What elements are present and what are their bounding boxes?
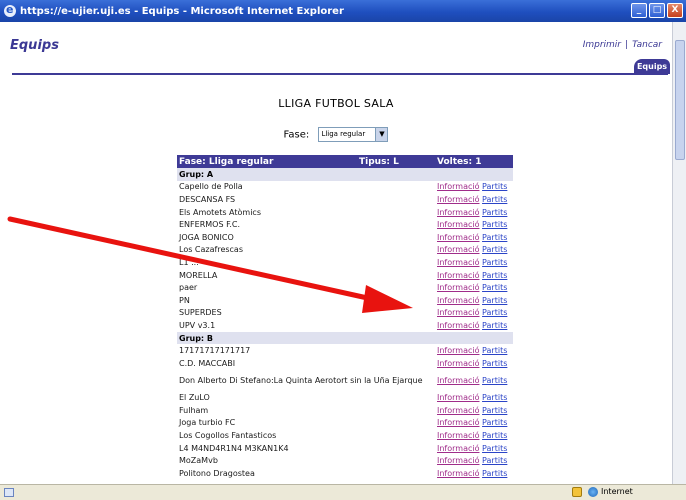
arrow-head bbox=[362, 285, 413, 313]
page-icon bbox=[4, 488, 14, 497]
status-bar: Internet bbox=[0, 484, 686, 500]
zone-label: Internet bbox=[601, 487, 633, 496]
annotation-arrow bbox=[7, 216, 413, 313]
lock-icon bbox=[572, 487, 582, 497]
arrow-shaft bbox=[7, 216, 375, 302]
globe-icon bbox=[588, 487, 598, 497]
